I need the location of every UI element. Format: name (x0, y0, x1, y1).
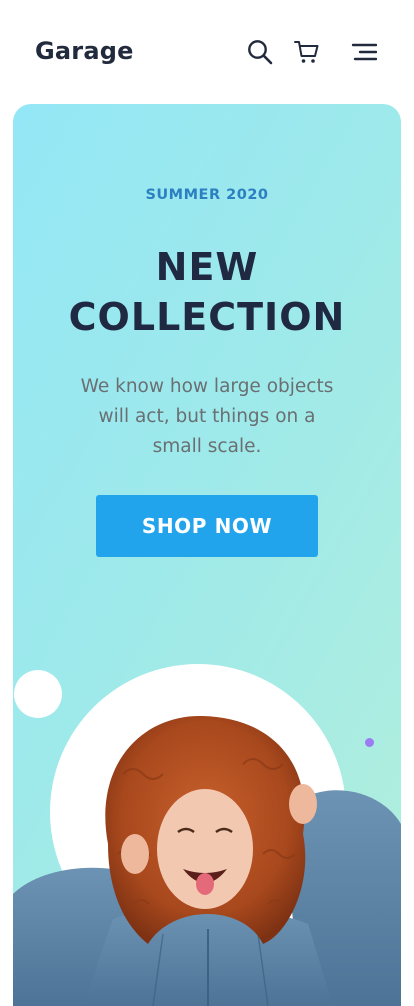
page: Garage SUMMER 2020 NEW COLLECTION We kno… (0, 0, 414, 1006)
shop-now-button[interactable]: SHOP NOW (96, 495, 318, 557)
cart-icon[interactable] (292, 37, 322, 67)
hero-description: We know how large objects will act, but … (57, 372, 357, 462)
brand-logo[interactable]: Garage (35, 37, 134, 65)
headline-line-2: COLLECTION (68, 295, 346, 339)
menu-icon[interactable] (349, 37, 379, 67)
description-line-2: will act, but things on a (98, 406, 316, 427)
hero-eyebrow: SUMMER 2020 (145, 187, 269, 203)
hero-headline: NEW COLLECTION (13, 242, 401, 342)
hero-banner: SUMMER 2020 NEW COLLECTION We know how l… (13, 104, 401, 1006)
top-header: Garage (0, 0, 414, 104)
model-photo (13, 715, 401, 1006)
headline-line-1: NEW (155, 245, 259, 289)
search-icon[interactable] (245, 37, 275, 67)
description-line-1: We know how large objects (80, 376, 334, 397)
description-line-3: small scale. (152, 436, 262, 457)
